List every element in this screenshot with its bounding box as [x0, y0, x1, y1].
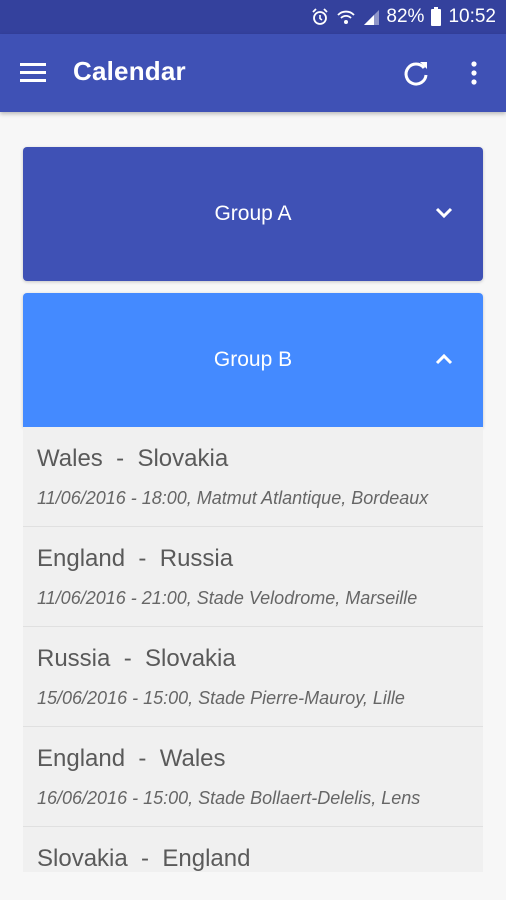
- match-details: 16/06/2016 - 15:00, Stade Bollaert-Delel…: [37, 788, 421, 808]
- list-item[interactable]: Slovakia - England: [23, 827, 483, 872]
- list-item[interactable]: England - Russia 11/06/2016 - 21:00, Sta…: [23, 527, 483, 627]
- match-teams: England - Wales: [37, 745, 226, 772]
- refresh-icon[interactable]: [400, 58, 432, 90]
- more-vert-icon[interactable]: [462, 58, 486, 90]
- match-teams: Russia - Slovakia: [37, 645, 236, 672]
- wifi-icon: [336, 7, 356, 27]
- list-item[interactable]: Wales - Slovakia 11/06/2016 - 18:00, Mat…: [23, 427, 483, 527]
- battery-percent: 82%: [386, 6, 425, 27]
- group-a-header[interactable]: Group A: [23, 147, 483, 281]
- match-details: 11/06/2016 - 18:00, Matmut Atlantique, B…: [37, 488, 429, 508]
- content-area: Group A Group B Wales - Slovakia 11/06/2…: [0, 112, 506, 900]
- alarm-icon: [310, 7, 330, 27]
- group-a-label: Group A: [214, 202, 292, 225]
- match-list: Wales - Slovakia 11/06/2016 - 18:00, Mat…: [23, 427, 483, 872]
- app-bar: Calendar: [0, 34, 506, 112]
- list-item[interactable]: England - Wales 16/06/2016 - 15:00, Stad…: [23, 727, 483, 827]
- match-teams: Wales - Slovakia: [37, 445, 229, 472]
- group-b-label: Group B: [213, 348, 293, 371]
- menu-icon[interactable]: [18, 60, 48, 86]
- page-title: Calendar: [73, 56, 186, 86]
- group-b-header[interactable]: Group B: [23, 293, 483, 427]
- match-details: 15/06/2016 - 15:00, Stade Pierre-Mauroy,…: [37, 688, 405, 708]
- match-teams: Slovakia - England: [37, 845, 251, 872]
- match-teams: England - Russia: [37, 545, 234, 572]
- battery-icon: [430, 7, 442, 27]
- chevron-down-icon: [433, 202, 455, 224]
- match-details: 11/06/2016 - 21:00, Stade Velodrome, Mar…: [37, 588, 418, 608]
- chevron-up-icon: [433, 348, 455, 370]
- list-item[interactable]: Russia - Slovakia 15/06/2016 - 15:00, St…: [23, 627, 483, 727]
- status-bar: 82% 10:52: [0, 0, 506, 34]
- signal-icon: [362, 8, 380, 26]
- clock: 10:52: [448, 6, 496, 27]
